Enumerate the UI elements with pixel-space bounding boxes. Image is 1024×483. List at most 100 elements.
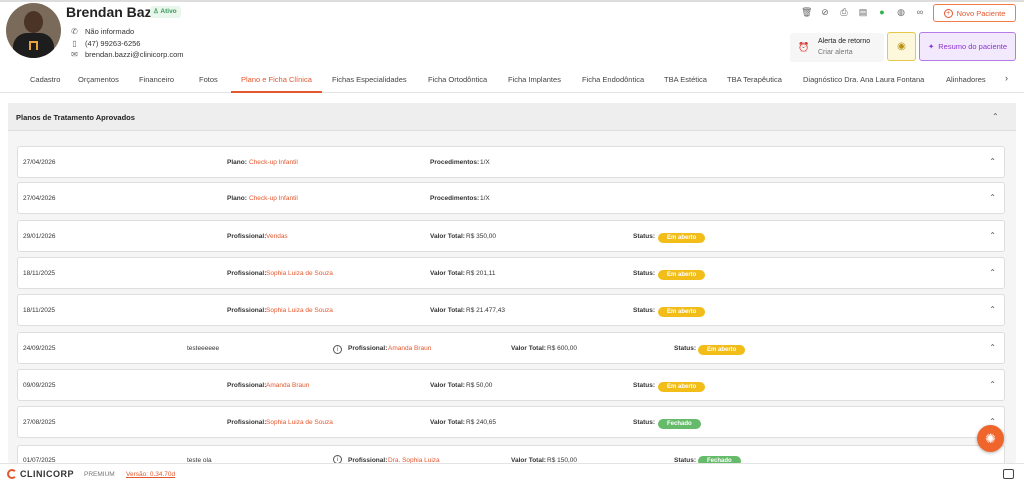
chevron-up-icon[interactable]: ⌃: [989, 343, 996, 352]
address-row: ✆ Não informado: [70, 27, 134, 36]
tab-plano-ficha-clinica[interactable]: Plano e Ficha Clínica: [231, 70, 322, 93]
status-pill: Em aberto: [658, 307, 706, 317]
professional-name[interactable]: Amanda Braun: [266, 382, 309, 389]
tab-fichas-especialidades[interactable]: Fichas Especialidades: [332, 70, 407, 93]
clinicorp-logo-icon: [7, 469, 17, 479]
tab-financeiro[interactable]: Financeiro: [139, 70, 174, 93]
plan-card[interactable]: 27/08/2025 Profissional: Sophia Luiza de…: [17, 406, 1005, 438]
total-label: Valor Total:: [430, 233, 465, 240]
alarm-icon: ⏰: [798, 42, 810, 52]
total-label: Valor Total:: [430, 307, 465, 314]
professional-label: Profissional:: [227, 270, 267, 277]
chevron-right-icon[interactable]: ›: [1005, 73, 1008, 83]
status-label: Status:: [633, 419, 656, 426]
print-icon[interactable]: ⎙: [839, 7, 849, 17]
avatar[interactable]: [6, 3, 61, 58]
professional-label: Profissional:: [227, 419, 267, 426]
block-icon[interactable]: ⊘: [820, 7, 830, 17]
document-icon[interactable]: ▤: [858, 7, 868, 17]
plan-label: Plano:: [227, 159, 247, 166]
professional-name[interactable]: Sophia Luiza de Souza: [266, 419, 333, 426]
professional-label: Profissional:: [348, 345, 388, 352]
plan-name[interactable]: Check-up Infantil: [249, 159, 298, 166]
plan-card[interactable]: 29/01/2026 Profissional: Vendas Valor To…: [17, 220, 1005, 252]
chevron-up-icon[interactable]: ⌃: [989, 157, 996, 166]
tab-tba-estetica[interactable]: TBA Estética: [664, 70, 707, 93]
chat-icon[interactable]: [1003, 469, 1014, 479]
status-pill: Fechado: [658, 419, 701, 429]
brand-logo: CLINICORP: [7, 469, 74, 479]
trash-icon[interactable]: 🗑: [801, 7, 812, 17]
return-alert-button[interactable]: ⏰ Alerta de retorno Criar alerta: [790, 33, 884, 62]
professional-label: Profissional:: [227, 233, 267, 240]
whatsapp-icon[interactable]: ●: [877, 7, 887, 17]
total-label: Valor Total:: [430, 270, 465, 277]
phone-icon: ✆: [71, 27, 78, 36]
new-patient-button[interactable]: + Novo Paciente: [933, 4, 1016, 22]
status-pill: Em aberto: [658, 270, 706, 280]
plan-card[interactable]: 27/04/2026 Plano: Check-up Infantil Proc…: [17, 182, 1005, 214]
top-border: [0, 0, 1024, 2]
plan-card[interactable]: 24/09/2025 testeeeeee i Profissional: Am…: [17, 332, 1005, 364]
total-value: R$ 201,11: [466, 270, 496, 277]
eye-icon: ◉: [897, 41, 906, 52]
section-header[interactable]: Planos de Tratamento Aprovados ⌃: [8, 103, 1016, 131]
chevron-up-icon[interactable]: ⌃: [989, 268, 996, 277]
info-icon[interactable]: i: [333, 345, 342, 354]
globe-icon[interactable]: ◍: [896, 7, 906, 17]
plan-date: 27/04/2026: [23, 195, 56, 202]
chevron-up-icon[interactable]: ⌃: [989, 231, 996, 240]
professional-label: Profissional:: [227, 382, 267, 389]
total-value: R$ 50,00: [466, 382, 493, 389]
procedures-label: Procedimentos:: [430, 195, 480, 202]
version-link[interactable]: Versão: 0.34.70d: [126, 471, 175, 478]
professional-name[interactable]: Vendas: [266, 233, 288, 240]
plan-card[interactable]: 27/04/2026 Plano: Check-up Infantil Proc…: [17, 146, 1005, 178]
status-pill: Em aberto: [658, 382, 706, 392]
tab-fotos[interactable]: Fotos: [199, 70, 218, 93]
chevron-up-icon[interactable]: ⌃: [989, 380, 996, 389]
tab-ficha-ortodontica[interactable]: Ficha Ortodôntica: [428, 70, 487, 93]
tab-orcamentos[interactable]: Orçamentos: [78, 70, 119, 93]
plan-date: 09/09/2025: [23, 382, 56, 389]
total-label: Valor Total:: [430, 382, 465, 389]
plan-card[interactable]: 01/07/2025 teste ola i Profissional: Dra…: [17, 445, 1005, 466]
professional-label: Profissional:: [227, 307, 267, 314]
sparkle-icon: ✺: [985, 431, 996, 446]
professional-name[interactable]: Sophia Luiza de Souza: [266, 307, 333, 314]
tab-cadastro[interactable]: Cadastro: [30, 70, 60, 93]
plan-name[interactable]: Check-up Infantil: [249, 195, 298, 202]
plan-card[interactable]: 09/09/2025 Profissional: Amanda Braun Va…: [17, 369, 1005, 401]
patient-summary-button[interactable]: ✦ Resumo do paciente: [919, 32, 1016, 61]
tab-ficha-endodontica[interactable]: Ficha Endodôntica: [582, 70, 644, 93]
plan-description: testeeeeee: [187, 345, 220, 352]
plan-card[interactable]: 18/11/2025 Profissional: Sophia Luiza de…: [17, 257, 1005, 289]
total-label: Valor Total:: [511, 345, 546, 352]
eye-button[interactable]: ◉: [887, 32, 916, 61]
status-label: Status:: [633, 307, 656, 314]
chevron-up-icon[interactable]: ⌃: [992, 112, 999, 121]
link-icon[interactable]: ∞: [915, 7, 925, 17]
total-value: R$ 240,65: [466, 419, 496, 426]
tab-bar: Cadastro Orçamentos Financeiro Fotos Pla…: [0, 70, 1024, 93]
brand-name: CLINICORP: [20, 469, 74, 479]
tab-alinhadores[interactable]: Alinhadores: [946, 70, 986, 93]
plan-card[interactable]: 18/11/2025 Profissional: Sophia Luiza de…: [17, 294, 1005, 326]
email-row: ✉ brendan.bazzi@clinicorp.com: [70, 50, 183, 59]
status-badge-label: Ativo: [160, 8, 177, 15]
tab-tba-terapeutica[interactable]: TBA Terapêutica: [727, 70, 782, 93]
procedures-label: Procedimentos:: [430, 159, 480, 166]
chevron-up-icon[interactable]: ⌃: [989, 193, 996, 202]
tab-ficha-implantes[interactable]: Ficha Implantes: [508, 70, 561, 93]
tab-diagnostico[interactable]: Diagnóstico Dra. Ana Laura Fontana: [803, 70, 924, 93]
professional-name[interactable]: Amanda Braun: [388, 345, 431, 352]
chevron-up-icon[interactable]: ⌃: [989, 305, 996, 314]
patient-name: Brendan Bazzi: [66, 4, 163, 20]
professional-name[interactable]: Sophia Luiza de Souza: [266, 270, 333, 277]
new-patient-label: Novo Paciente: [956, 8, 1006, 18]
procedures-value: 1/X: [480, 159, 490, 166]
total-label: Valor Total:: [430, 419, 465, 426]
plan-date: 24/09/2025: [23, 345, 56, 352]
plan-tier: PREMIUM: [84, 471, 115, 478]
assistant-fab-button[interactable]: ✺: [977, 425, 1004, 452]
